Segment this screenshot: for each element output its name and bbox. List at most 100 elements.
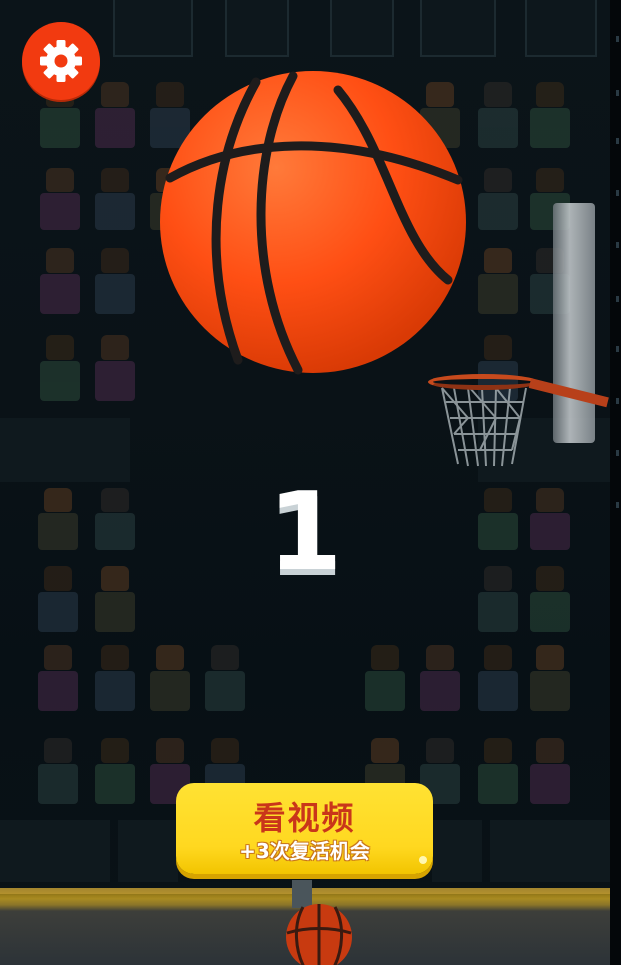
fan-head bbox=[46, 168, 74, 192]
fan-body bbox=[530, 108, 570, 148]
crowd-fan bbox=[530, 645, 570, 711]
crowd-fan bbox=[478, 248, 518, 314]
fan-head bbox=[371, 645, 399, 671]
crowd-fan bbox=[478, 82, 518, 148]
crowd-fan bbox=[478, 645, 518, 711]
crowd-fan bbox=[95, 248, 135, 314]
basket-net bbox=[441, 387, 527, 467]
fan-body bbox=[40, 361, 80, 401]
crowd-fan bbox=[205, 645, 245, 711]
revive-button-title: 看视频 bbox=[253, 799, 356, 837]
settings-button[interactable] bbox=[22, 22, 100, 100]
fan-body bbox=[478, 274, 518, 314]
watch-video-revive-button[interactable]: 看视频 +3次复活机会 bbox=[176, 783, 433, 874]
fan-body bbox=[95, 361, 135, 401]
fan-head bbox=[484, 82, 512, 108]
fan-body bbox=[95, 274, 135, 314]
fan-head bbox=[44, 645, 72, 671]
crowd-fan bbox=[530, 738, 570, 804]
fan-body bbox=[530, 671, 570, 711]
fan-head bbox=[484, 645, 512, 671]
edge-mark bbox=[616, 138, 619, 144]
fan-head bbox=[484, 168, 512, 192]
fan-head bbox=[484, 335, 512, 361]
crowd-fan bbox=[38, 738, 78, 804]
score-counter: 1 bbox=[267, 470, 343, 595]
crowd-fan bbox=[40, 335, 80, 401]
fan-body bbox=[95, 192, 135, 230]
fan-body bbox=[530, 764, 570, 804]
basketball-large bbox=[160, 71, 466, 375]
basket-rim bbox=[428, 374, 538, 390]
fan-head bbox=[44, 738, 72, 764]
crowd-fan bbox=[95, 645, 135, 711]
fan-body bbox=[150, 671, 190, 711]
game-stage: 1 看视频 +3次复活机会 bbox=[0, 0, 610, 965]
fan-body bbox=[478, 192, 518, 230]
fan-body bbox=[205, 671, 245, 711]
fan-head bbox=[101, 738, 129, 764]
fan-head bbox=[484, 248, 512, 274]
basketball-small bbox=[286, 904, 352, 965]
fan-head bbox=[211, 738, 239, 764]
fan-body bbox=[365, 671, 405, 711]
fan-head bbox=[211, 645, 239, 671]
fan-body bbox=[478, 671, 518, 711]
edge-mark bbox=[616, 190, 619, 196]
fan-body bbox=[95, 592, 135, 632]
crowd-fan bbox=[40, 168, 80, 230]
fan-head bbox=[371, 738, 399, 764]
fan-body bbox=[95, 108, 135, 148]
right-edge-strip bbox=[610, 0, 621, 965]
fan-body bbox=[95, 671, 135, 711]
fan-body bbox=[38, 671, 78, 711]
fan-body bbox=[478, 108, 518, 148]
fan-body bbox=[40, 192, 80, 230]
fan-body bbox=[38, 764, 78, 804]
fan-head bbox=[536, 82, 564, 108]
fan-head bbox=[101, 335, 129, 361]
fan-head bbox=[484, 738, 512, 764]
edge-mark bbox=[616, 36, 619, 42]
fan-body bbox=[40, 274, 80, 314]
fan-head bbox=[46, 248, 74, 274]
fan-head bbox=[156, 645, 184, 671]
edge-mark bbox=[616, 346, 619, 352]
fan-head bbox=[426, 645, 454, 671]
crowd-fan bbox=[40, 248, 80, 314]
fan-head bbox=[536, 645, 564, 671]
crowd-fan bbox=[95, 335, 135, 401]
edge-mark bbox=[616, 242, 619, 248]
backboard bbox=[553, 203, 595, 443]
crowd-fan bbox=[365, 645, 405, 711]
crowd-fan bbox=[478, 168, 518, 230]
fan-head bbox=[536, 738, 564, 764]
crowd-fan bbox=[95, 168, 135, 230]
crowd-fan bbox=[38, 645, 78, 711]
fan-body bbox=[40, 108, 80, 148]
fan-body bbox=[530, 592, 570, 632]
edge-mark bbox=[616, 90, 619, 96]
edge-mark bbox=[616, 450, 619, 456]
fan-head bbox=[101, 168, 129, 192]
crowd-fan bbox=[95, 82, 135, 148]
fan-body bbox=[478, 764, 518, 804]
crowd-fan bbox=[95, 738, 135, 804]
fan-body bbox=[38, 592, 78, 632]
fan-head bbox=[101, 645, 129, 671]
crowd-fan bbox=[478, 738, 518, 804]
gear-icon bbox=[40, 40, 82, 82]
crowd-fan bbox=[420, 645, 460, 711]
edge-mark bbox=[616, 296, 619, 302]
fan-body bbox=[95, 764, 135, 804]
crowd-fan bbox=[150, 645, 190, 711]
fan-head bbox=[101, 82, 129, 108]
edge-mark bbox=[616, 398, 619, 404]
edge-mark bbox=[616, 502, 619, 508]
fan-head bbox=[426, 738, 454, 764]
fan-body bbox=[478, 592, 518, 632]
fan-head bbox=[156, 738, 184, 764]
revive-button-subtitle: +3次复活机会 bbox=[239, 839, 370, 863]
fan-head bbox=[536, 168, 564, 192]
button-shine bbox=[419, 856, 427, 864]
